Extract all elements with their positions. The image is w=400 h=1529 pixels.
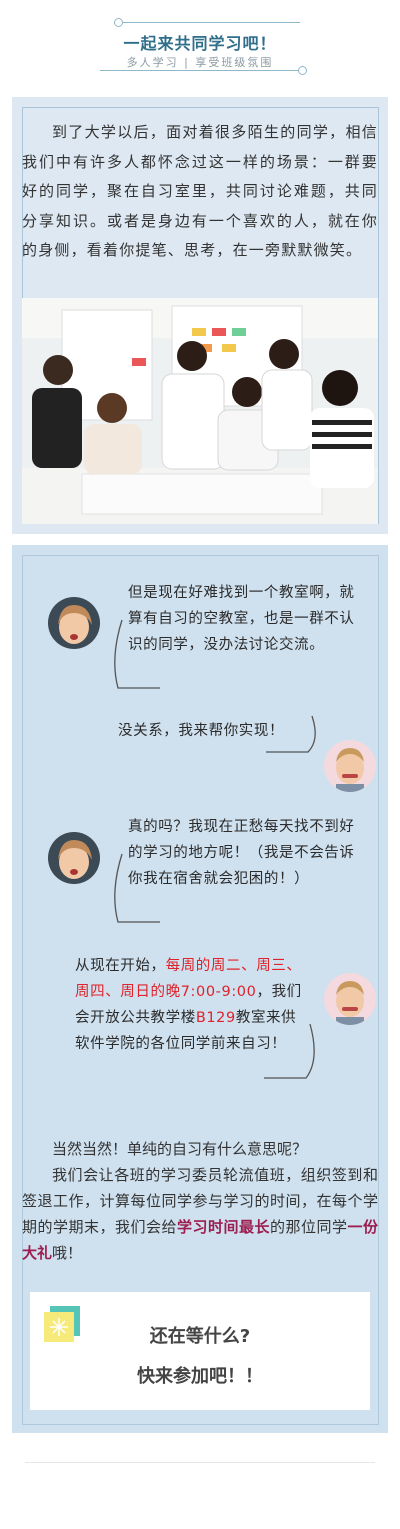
cta-shadow [24, 1283, 372, 1413]
intro-paragraph: 到了大学以后，面对着很多陌生的同学，相信我们中有许多人都怀念过这一样的场景：一群… [22, 123, 378, 259]
page-title: 一起来共同学习吧！ [123, 34, 277, 53]
closing-suffix: 哦！ [52, 1244, 83, 1262]
header-divider-top [118, 22, 300, 23]
bubble-curl-1 [114, 619, 160, 689]
closing-middle: 的那位同学 [269, 1218, 348, 1236]
page-subtitle: 多人学习 | 享受班级氛围 [126, 56, 274, 69]
cta-join-now[interactable]: 快来参加吧！！ [30, 1362, 370, 1388]
room-number: B129 [195, 1010, 236, 1026]
bubble-curl-2 [266, 715, 316, 753]
header: 一起来共同学习吧！ 多人学习 | 享受班级氛围 [0, 0, 400, 90]
longest-study-time-highlight: 学习时间最长 [176, 1218, 270, 1236]
cta-question: 还在等什么? [149, 1326, 251, 1347]
bubble-curl-3 [114, 853, 160, 923]
closing-paragraph: 我们会让各班的学习委员轮流值班，组织签到和签退工作，计算每位同学参与学习的时间，… [22, 1162, 378, 1266]
group-study-illustration [22, 298, 378, 524]
girl-avatar-2 [48, 832, 100, 884]
header-divider-bottom [100, 70, 300, 71]
girl-avatar [48, 597, 100, 649]
footer-divider [25, 1462, 375, 1463]
header-dot-left [114, 18, 123, 27]
boy-avatar-2 [324, 973, 376, 1025]
cta-box[interactable]: 还在等什么? 快来参加吧！！ [24, 1283, 372, 1413]
header-dot-right [298, 66, 307, 75]
boy-avatar [324, 740, 376, 792]
group-study-photo [22, 298, 378, 524]
closing-line-1: 当然当然！单纯的自习有什么意思呢？ [52, 1140, 308, 1158]
bubble-curl-4 [264, 1023, 315, 1079]
msg4-prefix: 从现在开始， [75, 958, 166, 974]
